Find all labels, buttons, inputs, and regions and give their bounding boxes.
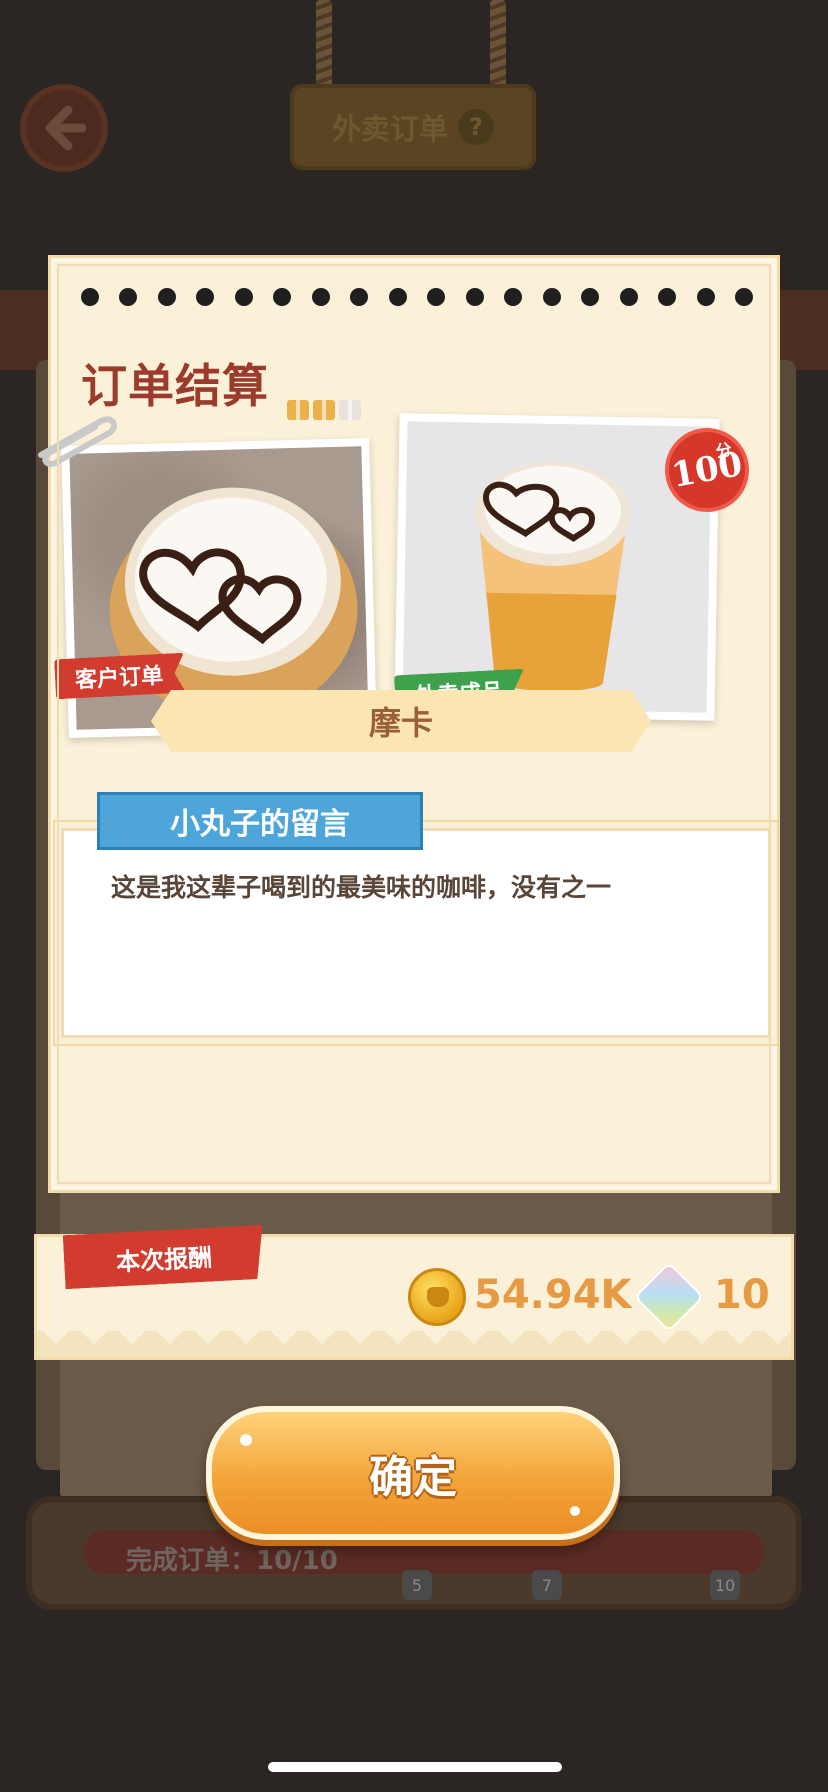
rope-left (316, 0, 332, 92)
back-arrow-icon (45, 105, 87, 151)
notebook-holes (81, 288, 753, 308)
milestone-10: 10 (710, 1570, 740, 1600)
button-shine (240, 1434, 252, 1446)
gift-icon (287, 400, 309, 420)
confirm-label: 确定 (369, 1452, 457, 1503)
home-indicator[interactable] (268, 1762, 562, 1772)
rope-right (490, 0, 506, 92)
coin-amount: 54.94K (474, 1272, 632, 1318)
message-header: 小丸子的留言 (97, 792, 423, 850)
coin-icon (408, 1268, 466, 1326)
help-icon[interactable]: ? (458, 109, 494, 145)
reward-label: 本次报酬 (63, 1225, 266, 1289)
button-shine (570, 1506, 580, 1516)
gift-icon (339, 400, 361, 420)
reward-zigzag-decoration (37, 1331, 791, 1357)
product-name-ribbon: 摩卡 (151, 690, 651, 752)
page-title: 外卖订单 (331, 112, 448, 146)
paperclip-icon (38, 416, 118, 467)
gift-icon (313, 400, 335, 420)
order-settlement-dialog: 订单结算 客户订单 100 分 摩卡 小丸子的留言 这是我这辈子喝到的最美味的咖… (38, 255, 780, 1193)
milestone-7: 7 (532, 1570, 562, 1600)
gem-amount: 10 (714, 1272, 770, 1318)
score-value: 100 (668, 444, 746, 496)
gift-rating (287, 400, 361, 420)
milestone-5: 5 (402, 1570, 432, 1600)
product-name: 摩卡 (368, 704, 433, 742)
title-sign: 外卖订单 ? (290, 84, 536, 170)
progress-text: 完成订单：10/10 (126, 1546, 338, 1576)
message-text: 这是我这辈子喝到的最美味的咖啡，没有之一 (111, 873, 612, 902)
back-button[interactable] (20, 84, 108, 172)
message-box (61, 828, 771, 1038)
confirm-button[interactable]: 确定 (206, 1406, 620, 1540)
customer-order-tag: 客户订单 (54, 653, 186, 700)
score-unit: 分 (714, 439, 734, 462)
